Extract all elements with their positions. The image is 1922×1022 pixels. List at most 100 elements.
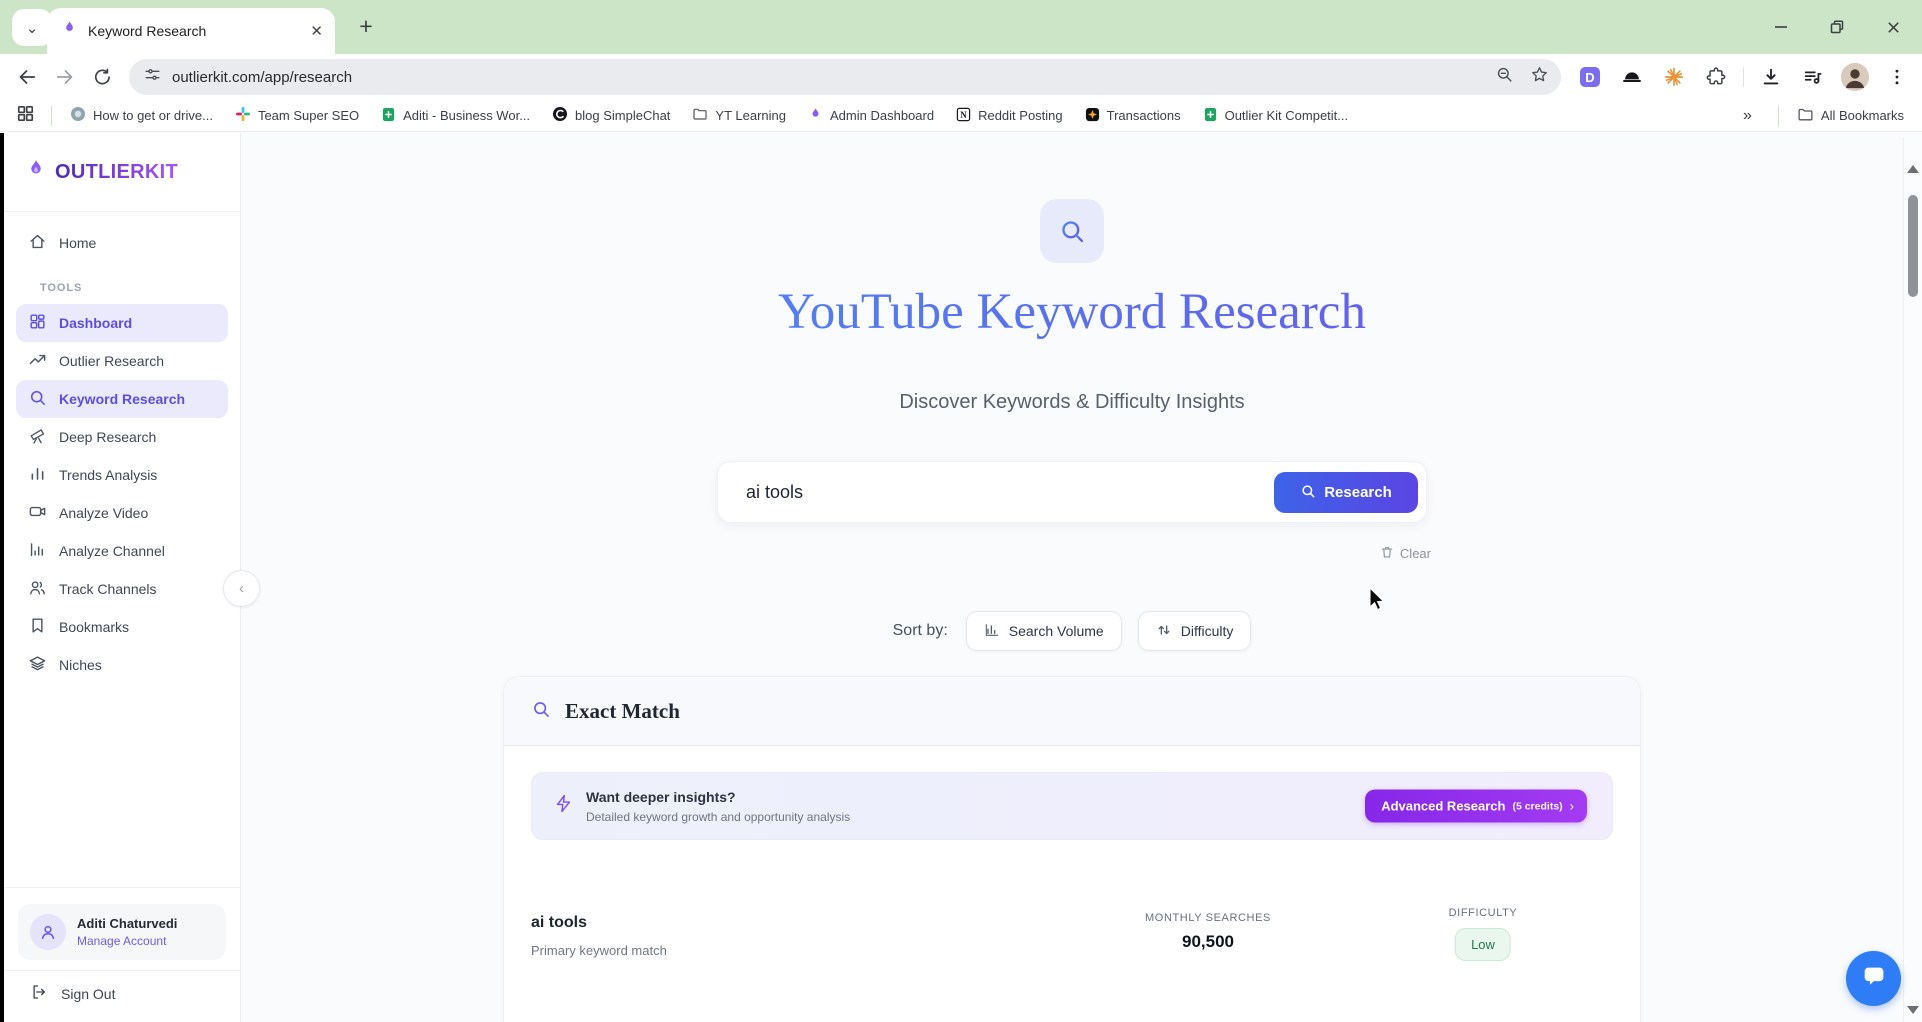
- restore-button[interactable]: [1822, 12, 1852, 42]
- bookmark-icon: [28, 616, 47, 638]
- extension-starburst-icon[interactable]: [1659, 62, 1689, 92]
- menu-kebab-icon[interactable]: [1882, 62, 1912, 92]
- sign-out-icon: [30, 983, 48, 1004]
- hero-search-tile: [1040, 199, 1104, 263]
- zoom-out-icon[interactable]: [1495, 65, 1514, 89]
- telescope-icon: [28, 426, 47, 448]
- banner-title: Want deeper insights?: [586, 789, 850, 805]
- new-tab-button[interactable]: +: [350, 10, 382, 42]
- sidebar-collapse-button[interactable]: ‹: [223, 570, 260, 607]
- layers-icon: [28, 654, 47, 676]
- lightning-bolt-icon: [554, 794, 573, 818]
- extensions-row: D: [1575, 62, 1912, 92]
- sidebar-item-track-channels[interactable]: Track Channels: [16, 570, 228, 608]
- bar-chart-icon: [28, 464, 47, 486]
- scrollbar-thumb[interactable]: [1908, 195, 1918, 297]
- apps-grid-icon[interactable]: [16, 104, 35, 128]
- bookmarks-overflow-button[interactable]: »: [1743, 107, 1752, 125]
- bookmark-yt-learning[interactable]: YT Learning: [692, 106, 786, 125]
- research-button[interactable]: Research: [1274, 472, 1418, 513]
- trending-up-icon: [28, 350, 47, 372]
- all-bookmarks-button[interactable]: All Bookmarks: [1797, 106, 1904, 126]
- address-bar[interactable]: outlierkit.com/app/research: [129, 59, 1561, 95]
- chat-widget-button[interactable]: [1846, 951, 1901, 1006]
- search-icon: [1300, 483, 1316, 503]
- clear-button[interactable]: Clear: [1380, 545, 1431, 562]
- close-button[interactable]: [1878, 12, 1908, 42]
- chevron-down-icon: ⌄: [26, 19, 39, 37]
- sparkle-icon: [1085, 107, 1100, 125]
- bookmark-admin-dashboard[interactable]: Admin Dashboard: [808, 107, 934, 125]
- window-controls: [1766, 0, 1908, 54]
- browser-window: ⌄ Keyword Research ✕ + outlierkit.com/ap…: [0, 0, 1922, 1022]
- sort-difficulty-button[interactable]: Difficulty: [1138, 611, 1252, 651]
- sidebar-item-bookmarks[interactable]: Bookmarks: [16, 608, 228, 646]
- tab-close-button[interactable]: ✕: [310, 24, 323, 39]
- downloads-icon[interactable]: [1756, 62, 1786, 92]
- advanced-research-button[interactable]: Advanced Research (5 credits) ›: [1365, 790, 1587, 823]
- user-card[interactable]: Aditi Chaturvedi Manage Account: [18, 904, 226, 960]
- bookmark-star-icon[interactable]: [1530, 65, 1549, 89]
- bookmark-aditi-sheet[interactable]: Aditi - Business Wor...: [381, 107, 530, 125]
- page-scrollbar[interactable]: [1903, 137, 1922, 1022]
- sidebar-item-keyword-research[interactable]: Keyword Research: [16, 380, 228, 418]
- sidebar-footer: Aditi Chaturvedi Manage Account Sign Out: [4, 887, 240, 1022]
- extension-dome-icon[interactable]: [1617, 62, 1647, 92]
- sort-search-volume-button[interactable]: Search Volume: [966, 611, 1122, 651]
- users-icon: [28, 578, 47, 600]
- sheets-icon: [381, 107, 396, 125]
- monthly-searches-value: 90,500: [1145, 932, 1271, 952]
- outlierkit-logo[interactable]: OUTLIERKIT: [4, 133, 240, 212]
- banner-description: Detailed keyword growth and opportunity …: [586, 810, 850, 824]
- tab-strip: ⌄ Keyword Research ✕ +: [0, 0, 1922, 54]
- bookmark-reddit-posting[interactable]: N Reddit Posting: [956, 107, 1063, 125]
- insights-banner: Want deeper insights? Detailed keyword g…: [531, 772, 1613, 840]
- sidebar-item-dashboard[interactable]: Dashboard: [16, 304, 228, 342]
- sidebar-item-deep-research[interactable]: Deep Research: [16, 418, 228, 456]
- toolbar-divider: [1743, 67, 1744, 87]
- url-text[interactable]: outlierkit.com/app/research: [172, 69, 1485, 86]
- sidebar-item-niches[interactable]: Niches: [16, 646, 228, 684]
- sidebar-item-analyze-video[interactable]: Analyze Video: [16, 494, 228, 532]
- profile-avatar[interactable]: [1840, 62, 1870, 92]
- folder-icon: [1797, 106, 1814, 126]
- bookmark-blog-simplechat[interactable]: blog SimpleChat: [552, 106, 670, 125]
- sidebar-item-trends-analysis[interactable]: Trends Analysis: [16, 456, 228, 494]
- reload-button[interactable]: [92, 67, 113, 88]
- sidebar-item-home[interactable]: Home: [16, 224, 228, 262]
- chevron-left-icon: ‹: [239, 580, 244, 597]
- scroll-up-icon[interactable]: [1907, 165, 1919, 173]
- tab-search-button[interactable]: ⌄: [12, 9, 52, 46]
- search-icon: [531, 699, 551, 724]
- bookmark-how-to[interactable]: How to get or drive...: [70, 106, 213, 125]
- bookmark-outlier-kit-competitors[interactable]: Outlier Kit Competit...: [1203, 107, 1349, 125]
- media-playlist-icon[interactable]: [1798, 62, 1828, 92]
- extensions-puzzle-icon[interactable]: [1701, 62, 1731, 92]
- extension-d-icon[interactable]: D: [1575, 62, 1605, 92]
- exact-match-header: Exact Match: [504, 677, 1640, 746]
- monthly-searches-label: MONTHLY SEARCHES: [1145, 912, 1271, 924]
- bookmark-transactions[interactable]: Transactions: [1085, 107, 1181, 125]
- page-title: YouTube Keyword Research: [241, 283, 1903, 341]
- forward-button[interactable]: [54, 66, 76, 88]
- logo-text: OUTLIERKIT: [55, 161, 178, 184]
- monthly-searches-column: MONTHLY SEARCHES 90,500: [1145, 912, 1271, 952]
- sort-label: Sort by:: [893, 622, 948, 640]
- site-settings-icon[interactable]: [143, 65, 162, 89]
- bookmark-team-super-seo[interactable]: Team Super SEO: [235, 106, 359, 125]
- sidebar-item-analyze-channel[interactable]: Analyze Channel: [16, 532, 228, 570]
- sidebar-item-outlier-research[interactable]: Outlier Research: [16, 342, 228, 380]
- bookmarks-bar: How to get or drive... Team Super SEO Ad…: [0, 100, 1922, 132]
- back-button[interactable]: [16, 66, 38, 88]
- dashboard-icon: [28, 312, 47, 334]
- minimize-button[interactable]: [1766, 12, 1796, 42]
- flame-icon: [808, 107, 823, 125]
- slack-icon: [235, 106, 251, 125]
- scroll-down-icon[interactable]: [1907, 1006, 1919, 1014]
- app-area: OUTLIERKIT Home TOOLS Dashboard Outlier …: [0, 133, 1922, 1022]
- browser-tab[interactable]: Keyword Research ✕: [47, 8, 335, 54]
- sign-out-button[interactable]: Sign Out: [4, 970, 240, 1022]
- exact-match-card: Exact Match Want deeper insights? Detail…: [503, 676, 1641, 1022]
- bookmarks-divider: [1778, 106, 1779, 126]
- manage-account-link[interactable]: Manage Account: [77, 934, 177, 948]
